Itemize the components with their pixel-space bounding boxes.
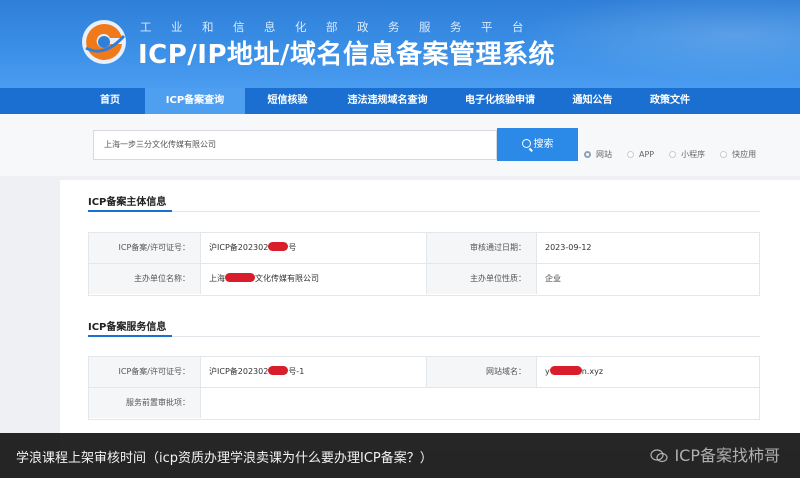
- watermark-text: ICP备案找柿哥: [674, 446, 780, 465]
- header-subtitle: 工业和信息化部政务服务平台: [140, 20, 543, 34]
- section-title-subject: ICP备案主体信息: [88, 197, 167, 208]
- miit-logo-icon: [82, 20, 126, 64]
- table-row: ICP备案/许可证号： 沪ICP备202302 号 审核通过日期： 2023-09…: [89, 233, 759, 264]
- org-name-value: 上海 文化传媒有限公司: [200, 264, 426, 294]
- page-title: ICP/IP地址/域名信息备案管理系统: [138, 40, 556, 70]
- nav-item-home[interactable]: 首页: [75, 88, 145, 114]
- redaction-mark: [225, 273, 255, 282]
- pre-approval-value: [200, 388, 759, 418]
- search-button-label: 搜索: [533, 139, 554, 150]
- search-button[interactable]: 搜索: [497, 128, 578, 161]
- license-prefix: 沪ICP备202302: [209, 243, 269, 252]
- subject-info-table: ICP备案/许可证号： 沪ICP备202302 号 审核通过日期： 2023-09…: [88, 232, 760, 296]
- approve-date-label: 审核通过日期：: [426, 233, 536, 263]
- nav-item-sms-verify[interactable]: 短信核验: [245, 88, 330, 114]
- service-license-value: 沪ICP备202302 号-1: [200, 357, 426, 387]
- section-divider: [88, 336, 760, 337]
- pre-approval-label: 服务前置审批项：: [89, 388, 200, 418]
- radio-website[interactable]: 网站: [584, 149, 612, 160]
- radio-label: APP: [639, 150, 655, 159]
- caption-text: 学浪课程上架审核时间（icp资质办理学浪卖课为什么要办理ICP备案？）: [16, 451, 433, 466]
- wechat-icon: [650, 448, 669, 462]
- header-banner: 工业和信息化部政务服务平台 ICP/IP地址/域名信息备案管理系统: [0, 0, 800, 88]
- table-row: ICP备案/许可证号： 沪ICP备202302 号-1 网站域名： y n.xyz: [89, 357, 759, 388]
- redaction-mark: [268, 242, 289, 251]
- nav-item-notices[interactable]: 通知公告: [555, 88, 630, 114]
- license-suffix: 号-1: [288, 367, 305, 376]
- radio-mini-program[interactable]: 小程序: [669, 149, 705, 160]
- watermark: ICP备案找柿哥: [650, 433, 780, 478]
- search-icon: [521, 139, 531, 148]
- radio-label: 快应用: [732, 150, 757, 159]
- radio-app[interactable]: APP: [627, 149, 654, 160]
- domain-label: 网站域名：: [426, 357, 536, 387]
- license-label: ICP备案/许可证号：: [89, 233, 200, 263]
- radio-dot-icon: [627, 151, 634, 158]
- radio-dot-icon: [720, 151, 728, 158]
- section-underline: [88, 335, 172, 337]
- search-input[interactable]: 上海一步三分文化传媒有限公司: [93, 130, 497, 160]
- nav-item-e-verify[interactable]: 电子化核验申请: [445, 88, 555, 114]
- radio-dot-icon: [669, 151, 677, 158]
- org-type-label: 主办单位性质：: [426, 264, 536, 294]
- domain-prefix: y: [545, 367, 550, 376]
- radio-quick-app[interactable]: 快应用: [720, 149, 756, 160]
- nav-item-policy[interactable]: 政策文件: [630, 88, 710, 114]
- radio-dot-icon: [584, 151, 591, 158]
- nav-item-icp-query[interactable]: ICP备案查询: [145, 88, 245, 114]
- license-value: 沪ICP备202302 号: [200, 233, 426, 263]
- domain-suffix: n.xyz: [581, 367, 604, 376]
- license-suffix: 号: [288, 243, 297, 252]
- section-underline: [88, 210, 172, 212]
- org-prefix: 上海: [209, 274, 225, 283]
- search-type-options: 网站 APP 小程序 快应用: [584, 149, 771, 160]
- domain-value: y n.xyz: [536, 357, 759, 387]
- search-area: 上海一步三分文化传媒有限公司 搜索 网站 APP 小程序 快应用: [0, 114, 800, 176]
- section-divider: [88, 211, 760, 212]
- license-prefix: 沪ICP备202302: [209, 367, 269, 376]
- section-title-service: ICP备案服务信息: [88, 322, 167, 333]
- radio-label: 网站: [596, 150, 612, 159]
- radio-label: 小程序: [681, 150, 706, 159]
- org-suffix: 文化传媒有限公司: [255, 274, 319, 283]
- main-nav: 首页 ICP备案查询 短信核验 违法违规域名查询 电子化核验申请 通知公告 政策…: [0, 88, 800, 114]
- redaction-mark: [268, 366, 289, 375]
- service-license-label: ICP备案/许可证号：: [89, 357, 200, 387]
- icp-query-page: 工业和信息化部政务服务平台 ICP/IP地址/域名信息备案管理系统 首页 ICP…: [0, 0, 800, 478]
- redaction-mark: [549, 366, 582, 375]
- org-name-label: 主办单位名称：: [89, 264, 200, 294]
- org-type-value: 企业: [536, 264, 759, 294]
- nav-item-illegal-domain[interactable]: 违法违规域名查询: [330, 88, 445, 114]
- table-row: 主办单位名称： 上海 文化传媒有限公司 主办单位性质： 企业: [89, 264, 759, 295]
- service-info-table: ICP备案/许可证号： 沪ICP备202302 号-1 网站域名： y n.xyz …: [88, 356, 760, 420]
- approve-date-value: 2023-09-12: [536, 233, 759, 263]
- table-row: 服务前置审批项：: [89, 388, 759, 419]
